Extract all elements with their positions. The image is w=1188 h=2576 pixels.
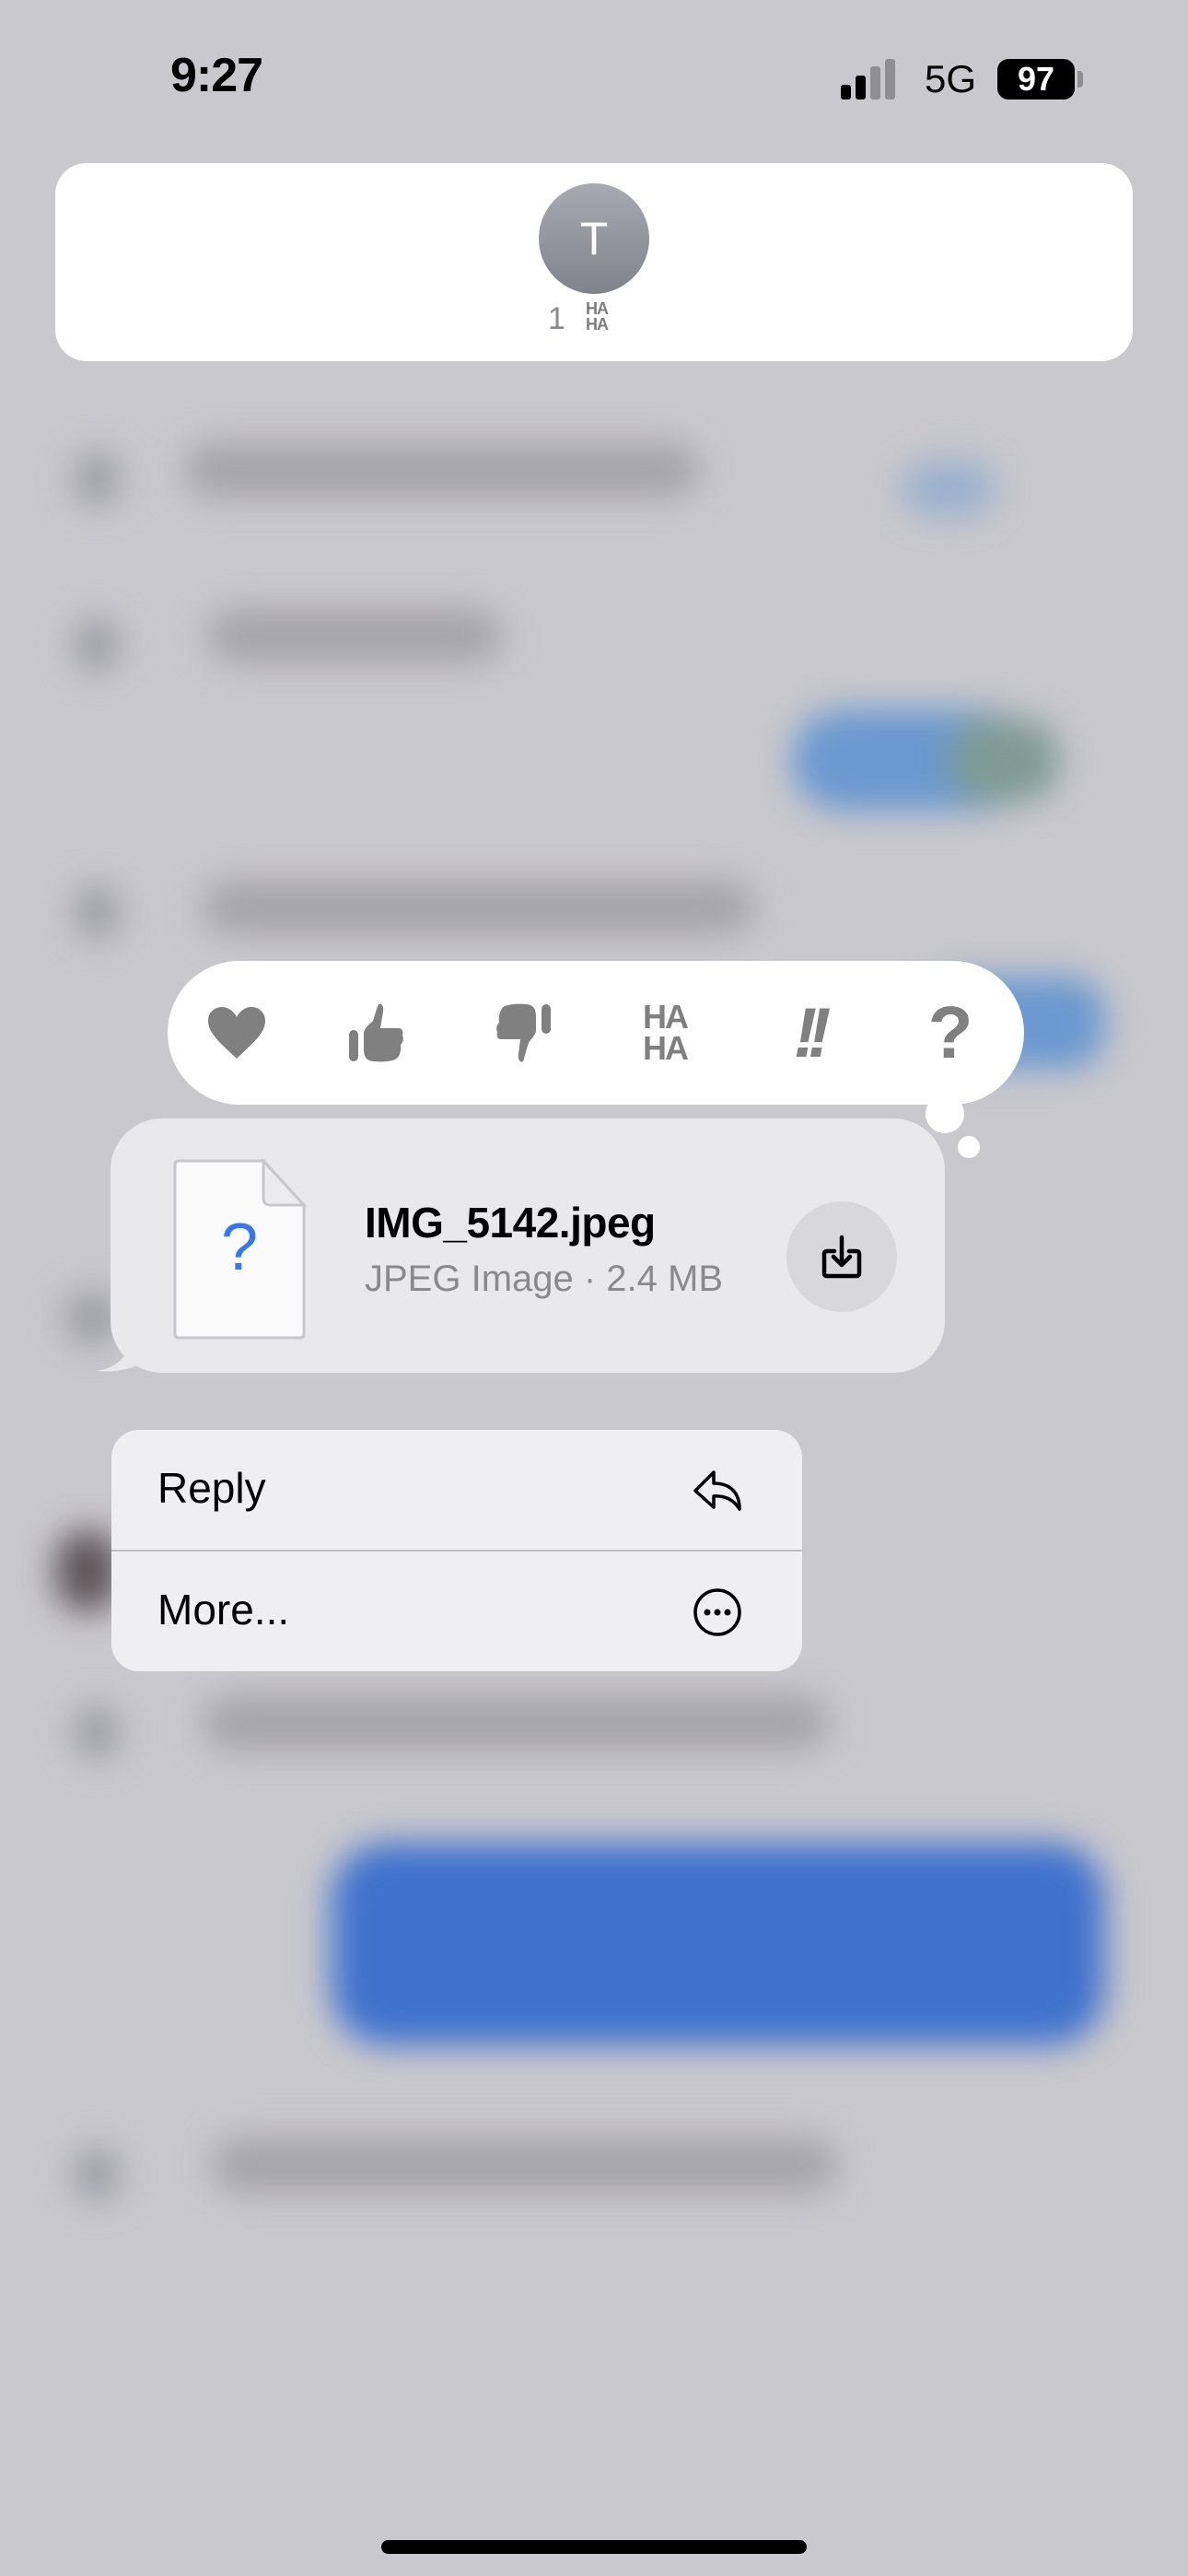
bg-link [903,461,995,516]
bg-message [184,442,700,498]
tapback-thumbs-up[interactable] [333,987,425,1079]
question-mark-icon: ? [927,991,973,1073]
status-time: 9:27 [170,49,263,102]
avatar-initial: T [579,213,609,264]
bg-avatar [74,451,120,507]
status-bar: 9:27 5G 97 [0,0,1188,157]
tapback-bubble-dot [958,1136,980,1158]
haha-icon: HA HA [580,300,613,334]
bg-message [203,880,755,935]
double-exclamation-icon: !! [793,993,832,1072]
signal-bar [870,66,880,100]
bg-sent-bubble [332,1843,1105,2045]
signal-bar [885,59,895,100]
thumbs-down-icon [496,1003,551,1062]
menu-item-label: Reply [157,1464,266,1512]
menu-item-label: More... [157,1586,290,1633]
heart-icon [208,1007,265,1059]
bg-sent-bubble [949,719,1059,802]
tapback-bar: HA HA !! ? [168,961,1024,1105]
cellular-signal-icon [841,59,896,100]
battery-nub [1077,71,1083,88]
bg-avatar [74,1704,120,1760]
file-meta: JPEG Image · 2.4 MB [365,1259,724,1299]
reactions-summary-card[interactable]: T 1 HA HA [55,163,1133,361]
tapback-bubble-dot [926,1095,964,1133]
haha-line: HA [643,998,689,1036]
bg-photo-avatar [55,1529,120,1612]
haha-icon: HA HA [643,998,689,1067]
haha-line: HA [586,315,609,334]
battery-level: 97 [1017,60,1055,98]
signal-bar [856,76,866,100]
home-indicator[interactable] [381,2540,807,2554]
menu-item-more[interactable]: More... [111,1551,802,1671]
network-type: 5G [925,57,977,100]
avatar[interactable]: T [539,183,649,294]
tapback-thumbs-down[interactable] [476,987,568,1079]
battery-icon: 97 [997,59,1075,100]
tapback-emphasize[interactable]: !! [762,987,854,1079]
menu-item-reply[interactable]: Reply [111,1430,802,1550]
download-button[interactable] [786,1201,897,1312]
bg-message [207,608,502,663]
tapback-heart[interactable] [191,987,283,1079]
file-icon-glyph: ? [221,1211,258,1284]
file-message-bubble[interactable]: ? IMG_5142.jpeg JPEG Image · 2.4 MB [111,1118,945,1373]
reaction-count: 1 [548,301,565,336]
download-icon [821,1235,862,1279]
context-menu: Reply More... [111,1430,802,1671]
bg-avatar [74,617,120,673]
tapback-question[interactable]: ? [904,987,996,1079]
bg-message [203,1695,829,1751]
bg-message [212,2137,838,2193]
haha-line: HA [643,1029,689,1067]
unknown-file-icon: ? [173,1159,308,1340]
tapback-haha[interactable]: HA HA [619,987,711,1079]
bg-avatar [74,884,120,940]
bg-avatar [74,2147,120,2202]
reply-arrow-icon [693,1470,741,1511]
thumbs-up-icon [349,1003,403,1062]
signal-bar [841,85,851,100]
file-name: IMG_5142.jpeg [365,1199,656,1247]
ellipsis-circle-icon [693,1588,741,1636]
